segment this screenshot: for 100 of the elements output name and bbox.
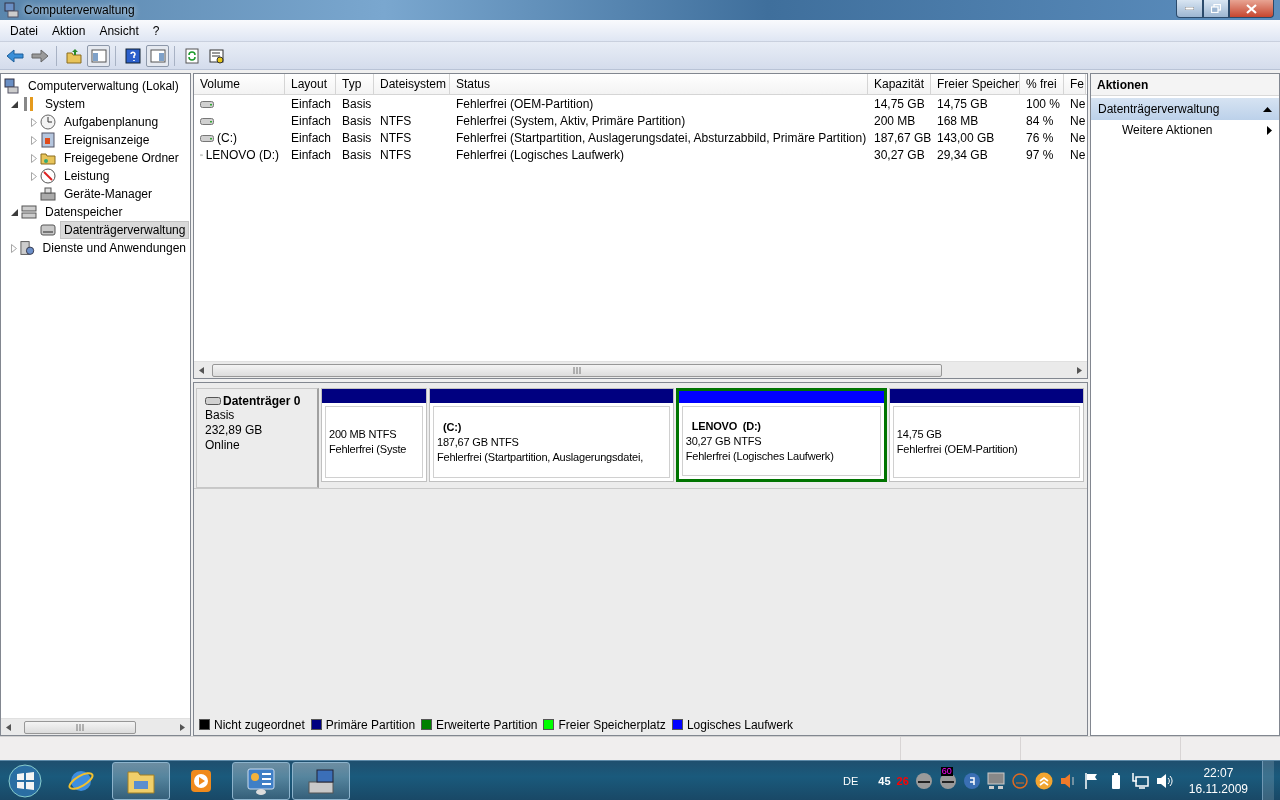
tree-item[interactable]: Geräte-Manager [60, 185, 157, 203]
horizontal-scrollbar[interactable] [194, 361, 1087, 378]
disk-status: Online [205, 438, 241, 453]
tree-item[interactable]: Datenträgerverwaltung [60, 221, 190, 239]
forward-icon [30, 47, 49, 64]
log-icon [40, 132, 56, 148]
legend-label: Erweiterte Partition [436, 717, 538, 732]
disk-name: Datenträger 0 [223, 394, 301, 408]
table-cell: NTFS [380, 113, 412, 128]
partition-name: LENOVO (D:) [690, 418, 762, 434]
table-cell: 14,75 GB [937, 96, 988, 111]
column-header[interactable]: Kapazität [868, 74, 931, 94]
partition-size: 30,27 GB NTFS [685, 433, 762, 449]
tree-item[interactable]: Ereignisanzeige [60, 131, 154, 149]
restore-button[interactable] [1203, 0, 1229, 18]
grip-icon [75, 723, 85, 731]
language-indicator[interactable]: DE [843, 774, 859, 787]
table-cell: Basis [342, 130, 372, 145]
computer-icon [4, 2, 20, 18]
table-cell: Fehlerfrei (OEM-Partition) [456, 96, 594, 111]
menu-item[interactable]: ? [145, 23, 167, 38]
right-arrow-icon [1077, 366, 1082, 374]
table-cell: NTFS [380, 130, 412, 145]
table-cell: Einfach [291, 147, 332, 162]
pane-icon [149, 47, 166, 64]
partition-block[interactable]: (C:) 187,67 GB NTFS Fehlerfrei (Startpartition, Auslagerungsdatei, [429, 388, 674, 482]
table-cell: NTFS [380, 147, 412, 162]
column-header[interactable]: % frei [1020, 74, 1064, 94]
horizontal-scrollbar[interactable] [1, 718, 190, 735]
clock-date: 16.11.2009 [1188, 780, 1248, 797]
window-title: Computerverwaltung [24, 3, 136, 17]
tree-item[interactable]: Aufgabenplanung [60, 113, 163, 131]
column-header[interactable]: Fe [1064, 74, 1086, 94]
table-cell: Ne [1070, 130, 1086, 145]
left-arrow-icon [199, 366, 204, 374]
tray-reading[interactable]: 45 [878, 774, 891, 787]
partition-status: Fehlerfrei (OEM-Partition) [896, 442, 1018, 457]
partition-size: 14,75 GB [896, 427, 942, 442]
table-cell: 97 % [1026, 147, 1054, 162]
tree-item[interactable]: Freigegebene Ordner [60, 149, 183, 167]
close-button[interactable] [1229, 0, 1274, 18]
actions-section-header[interactable]: Datenträgerverwaltung [1091, 98, 1279, 120]
tray-badge: 60 [940, 766, 953, 776]
table-cell: 29,34 GB [937, 147, 988, 162]
column-header[interactable]: Dateisystem [374, 74, 450, 94]
action-item[interactable]: Weitere Aktionen [1091, 120, 1279, 140]
column-header[interactable]: Typ [336, 74, 374, 94]
column-header[interactable]: Freier Speicher [931, 74, 1020, 94]
expanded-arrow-icon[interactable] [10, 207, 19, 217]
tree-item[interactable]: Leistung [60, 167, 114, 185]
partition-block[interactable]: 200 MB NTFS Fehlerfrei (Syste [321, 388, 427, 482]
taskbar-button[interactable] [232, 761, 290, 800]
column-header[interactable]: Volume [194, 74, 285, 94]
legend-label: Primäre Partition [325, 717, 416, 732]
partition-block[interactable]: LENOVO (D:) 30,27 GB NTFS Fehlerfrei (Logisches Laufwerk) [675, 388, 887, 482]
table-cell: 187,67 GB [874, 130, 931, 145]
start-orb-icon [8, 763, 42, 798]
table-cell: 100 % [1026, 96, 1061, 111]
monitor-icon [986, 771, 1005, 790]
table-cell: Einfach [291, 96, 332, 111]
column-header[interactable]: Status [450, 74, 868, 94]
table-cell: Basis [342, 113, 372, 128]
table-cell: Fehlerfrei (Startpartition, Auslagerungsdatei, Absturzabbild, Primäre Partition) [456, 130, 867, 145]
menu-item[interactable]: Datei [3, 23, 45, 38]
table-cell: Ne [1070, 113, 1086, 128]
properties-icon [208, 47, 225, 64]
tree-item[interactable]: Dienste und Anwendungen [38, 239, 190, 257]
scrollbar-thumb[interactable] [212, 363, 942, 377]
gauge-icon [40, 168, 56, 184]
taskbar-button[interactable] [112, 761, 170, 800]
folder-icon [65, 47, 82, 64]
menu-item[interactable]: Aktion [45, 23, 93, 38]
table-cell: Einfach [291, 113, 332, 128]
expanded-arrow-icon[interactable] [10, 99, 19, 109]
pane-icon [90, 47, 107, 64]
tree-item[interactable]: Datenspeicher [41, 203, 127, 221]
clock[interactable]: 22:07 16.11.2009 [1188, 764, 1248, 797]
legend-label: Nicht zugeordnet [214, 717, 305, 732]
actions-title: Aktionen [1091, 74, 1279, 96]
minimize-button[interactable] [1176, 0, 1203, 18]
partition-size: 187,67 GB NTFS [437, 434, 519, 450]
network-icon [1130, 771, 1149, 790]
table-cell: Ne [1070, 96, 1086, 111]
disk-type: Basis [205, 408, 236, 423]
scrollbar-thumb[interactable] [24, 720, 136, 734]
column-header[interactable]: Layout [285, 74, 336, 94]
letter-icon [962, 771, 981, 790]
tree-item[interactable]: Computerverwaltung (Lokal) [24, 77, 183, 95]
taskbar-button[interactable] [292, 761, 350, 800]
partition-size: 200 MB NTFS [329, 427, 397, 442]
partition-name: (C:) [442, 419, 463, 435]
close-icon [1246, 3, 1257, 14]
clock-icon [40, 114, 56, 130]
menu-item[interactable]: Ansicht [92, 23, 146, 38]
partition-block[interactable]: 14,75 GB Fehlerfrei (OEM-Partition) [888, 388, 1084, 482]
clock-time: 22:07 [1203, 764, 1234, 781]
tree-item[interactable]: System [41, 95, 89, 113]
grip-icon [572, 366, 582, 374]
computer-icon [4, 78, 20, 94]
right-arrow-icon [180, 723, 185, 731]
